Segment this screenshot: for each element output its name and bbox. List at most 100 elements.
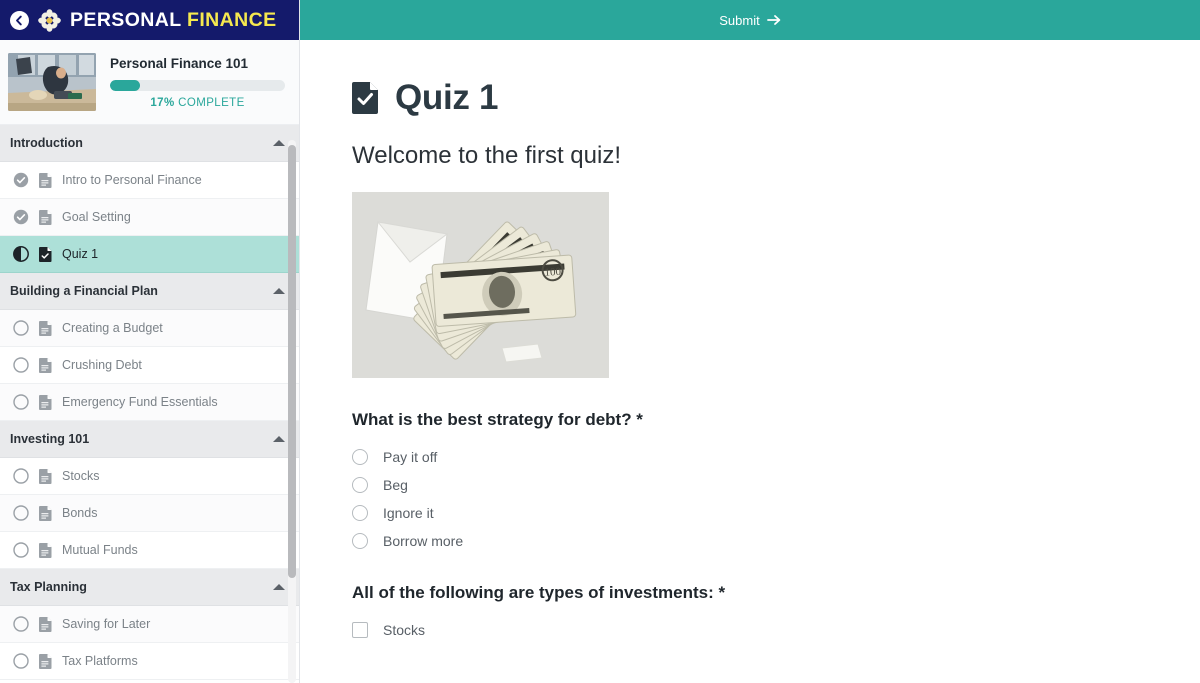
course-progress-fill — [110, 79, 140, 91]
quiz-document-icon — [352, 82, 378, 114]
quiz-image: 100 — [352, 192, 609, 378]
section-header-investing-101[interactable]: Investing 101 — [0, 421, 299, 458]
option-row[interactable]: Borrow more — [352, 533, 1200, 549]
sidebar-item-tax-platforms[interactable]: Tax Platforms — [0, 643, 299, 680]
flower-logo-icon — [38, 8, 61, 32]
question-text: What is the best strategy for debt? * — [352, 410, 643, 429]
sidebar-item-label: Emergency Fund Essentials — [62, 395, 218, 409]
money-envelope-photo: 100 — [352, 192, 609, 378]
document-icon — [39, 209, 52, 225]
section-header-tax-planning[interactable]: Tax Planning — [0, 569, 299, 606]
status-incomplete-icon — [13, 357, 29, 373]
document-icon — [39, 172, 52, 188]
sidebar-item-label: Quiz 1 — [62, 247, 99, 261]
option-row[interactable]: Pay it off — [352, 449, 1200, 465]
sidebar-item-label: Tax Platforms — [62, 654, 138, 668]
quiz-document-icon — [39, 246, 52, 262]
quiz-questions: What is the best strategy for debt? * Pay… — [352, 410, 1200, 638]
quiz-heading: Quiz 1 — [352, 78, 1200, 118]
sidebar-item-label: Bonds — [62, 506, 98, 520]
radio-input[interactable] — [352, 533, 368, 549]
checkbox-input[interactable] — [352, 622, 368, 638]
section-header-building-a-financial-plan[interactable]: Building a Financial Plan — [0, 273, 299, 310]
quiz-page: PERSONAL FINANCE Personal Finance 101 17… — [0, 0, 1200, 683]
course-progress-label: 17% COMPLETE — [110, 97, 285, 109]
status-incomplete-icon — [13, 394, 29, 410]
section-title: Investing 101 — [10, 432, 90, 446]
back-arrow-icon — [16, 15, 22, 25]
sidebar-item-goal-setting[interactable]: Goal Setting — [0, 199, 299, 236]
status-complete-icon — [13, 172, 29, 188]
section-title: Introduction — [10, 136, 83, 150]
caret-up-icon[interactable] — [273, 140, 285, 146]
brand-bar: PERSONAL FINANCE — [0, 0, 299, 40]
status-incomplete-icon — [13, 505, 29, 521]
sidebar-item-crushing-debt[interactable]: Crushing Debt — [0, 347, 299, 384]
progress-complete-text: COMPLETE — [174, 96, 245, 109]
welcome-heading: Welcome to the first quiz! — [352, 142, 621, 169]
course-title: Personal Finance 101 — [110, 55, 249, 71]
option-row[interactable]: Ignore it — [352, 505, 1200, 521]
brand-title-part1: PERSONAL — [70, 8, 182, 31]
status-incomplete-icon — [13, 468, 29, 484]
status-complete-icon — [13, 209, 29, 225]
submit-button[interactable]: Submit — [719, 12, 781, 28]
caret-up-icon[interactable] — [273, 584, 285, 590]
document-icon — [39, 616, 52, 632]
sidebar-scrollbar-thumb[interactable] — [288, 145, 296, 578]
sidebar-item-label: Goal Setting — [62, 210, 131, 224]
sidebar-item-label: Saving for Later — [62, 617, 151, 631]
document-icon — [39, 468, 52, 484]
document-icon — [39, 394, 52, 410]
sidebar-item-emergency-fund-essentials[interactable]: Emergency Fund Essentials — [0, 384, 299, 421]
sidebar-item-quiz-1[interactable]: Quiz 1 — [0, 236, 299, 273]
brand-title: PERSONAL FINANCE — [70, 9, 277, 32]
question-block: What is the best strategy for debt? * Pay… — [352, 410, 1200, 549]
option-label: Beg — [383, 477, 408, 493]
course-navigation[interactable]: Introduction Intro to Personal Finance Goa… — [0, 125, 299, 683]
sidebar-item-label: Mutual Funds — [62, 543, 138, 557]
option-label: Stocks — [383, 622, 426, 638]
status-incomplete-icon — [13, 616, 29, 632]
sidebar-item-saving-for-later[interactable]: Saving for Later — [0, 606, 299, 643]
section-header-introduction[interactable]: Introduction — [0, 125, 299, 162]
status-in-progress-icon — [13, 246, 29, 262]
option-row[interactable]: Stocks — [352, 622, 1200, 638]
document-icon — [39, 320, 52, 336]
sidebar-item-stocks[interactable]: Stocks — [0, 458, 299, 495]
option-label: Borrow more — [383, 533, 464, 549]
radio-input[interactable] — [352, 449, 368, 465]
section-title: Building a Financial Plan — [10, 284, 158, 298]
caret-up-icon[interactable] — [273, 288, 285, 294]
sidebar-item-bonds[interactable]: Bonds — [0, 495, 299, 532]
back-button[interactable] — [10, 10, 29, 30]
option-row[interactable]: Beg — [352, 477, 1200, 493]
sidebar-item-creating-a-budget[interactable]: Creating a Budget — [0, 310, 299, 347]
sidebar-item-intro-to-personal-finance[interactable]: Intro to Personal Finance — [0, 162, 299, 199]
course-progress-bar — [110, 79, 285, 91]
sidebar-item-label: Creating a Budget — [62, 321, 163, 335]
radio-input[interactable] — [352, 477, 368, 493]
radio-input[interactable] — [352, 505, 368, 521]
progress-percent: 17% — [150, 96, 175, 109]
question-text: All of the following are types of invest… — [352, 583, 726, 602]
course-sidebar: PERSONAL FINANCE Personal Finance 101 17… — [0, 0, 300, 683]
document-icon — [39, 542, 52, 558]
arrow-right-icon — [766, 15, 781, 25]
document-icon — [39, 653, 52, 669]
caret-up-icon[interactable] — [273, 436, 285, 442]
quiz-content: Quiz 1 Welcome to the first quiz! 100 Wh… — [300, 40, 1200, 638]
top-bar: Submit — [300, 0, 1200, 40]
sidebar-item-label: Intro to Personal Finance — [62, 173, 202, 187]
main-content: Submit Quiz 1 Welcome to the first quiz! — [300, 0, 1200, 683]
option-label: Ignore it — [383, 505, 434, 521]
document-icon — [39, 505, 52, 521]
sidebar-item-label: Crushing Debt — [62, 358, 142, 372]
submit-label: Submit — [719, 12, 760, 28]
sidebar-item-mutual-funds[interactable]: Mutual Funds — [0, 532, 299, 569]
sidebar-item-label: Stocks — [62, 469, 100, 483]
course-thumbnail — [8, 53, 96, 111]
svg-text:100: 100 — [544, 266, 562, 279]
question-block: All of the following are types of invest… — [352, 583, 1200, 638]
status-incomplete-icon — [13, 653, 29, 669]
